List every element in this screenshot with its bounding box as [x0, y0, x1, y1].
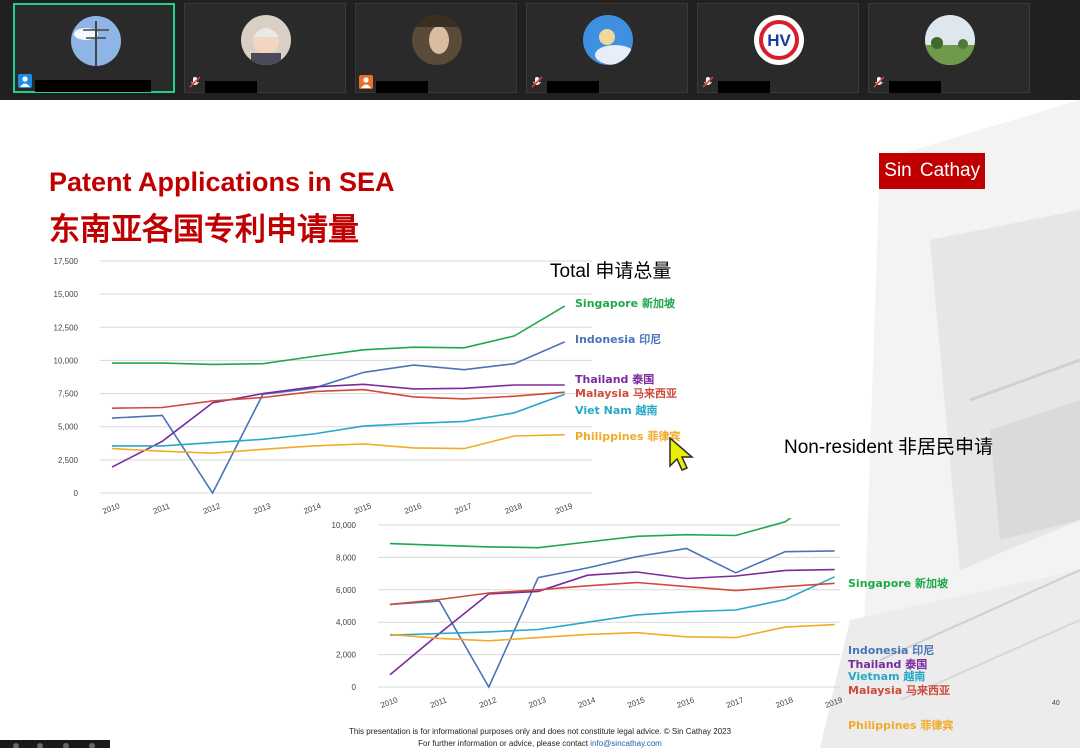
footer-email-link[interactable]: info@sincathay.com	[590, 739, 662, 748]
person-icon	[18, 74, 32, 88]
chart-total-y-tick-label: 15,000	[54, 290, 79, 299]
participant-name-redacted	[889, 81, 941, 93]
slide-title-cn: 东南亚各国专利申请量	[49, 212, 359, 247]
mic-muted-icon	[872, 75, 886, 89]
participant-name-redacted	[376, 81, 428, 93]
chart-nonresident-series-label: Indonesia 印尼	[848, 644, 934, 657]
chart-total-y-tick-label: 0	[74, 489, 79, 498]
sin-cathay-logo: Sin Cathay	[879, 153, 985, 189]
chart-nonresident-x-tick-label: 2014	[577, 695, 597, 710]
participant-strip: HV	[0, 0, 1080, 100]
chart-total-y-tick-label: 5,000	[58, 423, 79, 432]
chart-nonresident-series-label: Singapore 新加坡	[848, 576, 949, 590]
mic-muted-icon	[530, 75, 544, 89]
baby-photo	[241, 15, 291, 65]
chart-nonresident-y-tick-label: 8,000	[336, 553, 357, 562]
taskbar-fragment	[0, 740, 110, 748]
chart-nonresident-series-line	[389, 581, 835, 606]
chart-total-x-tick-label: 2018	[504, 501, 524, 516]
participant-name-redacted	[718, 81, 770, 93]
chart-total: 0 2,500 5,000 7,500 10,000 12,500 15,000 17,500…	[54, 257, 681, 516]
chart-nonresident-x-tick-label: 2017	[725, 695, 745, 710]
chart-nonresident-series-line	[389, 518, 792, 549]
participant-tile[interactable]	[13, 3, 175, 93]
chart-total-series-line	[112, 393, 565, 447]
chart-total-x-tick-label: 2015	[353, 501, 373, 516]
chart-total-series-line	[111, 341, 566, 495]
chart-total-x-tick-label: 2011	[152, 501, 172, 516]
svg-text:HV: HV	[767, 31, 791, 50]
participant-tile[interactable]	[184, 3, 346, 93]
chart-total-x-tick-label: 2014	[302, 501, 322, 516]
participant-name-redacted	[547, 81, 599, 93]
hv-logo: HV	[754, 15, 804, 65]
chart-total-series-label: Philippines 菲律宾	[575, 429, 680, 443]
chart-nonresident-title: Non-resident 非居民申请	[784, 437, 994, 458]
chart-nonresident-series-label: Thailand 泰国	[848, 657, 927, 671]
hand-photo	[412, 15, 462, 65]
mic-muted-icon	[188, 75, 202, 89]
chart-nonresident-x-tick-label: 2015	[626, 695, 646, 710]
chart-nonresident-y-tick-label: 6,000	[336, 586, 357, 595]
chart-total-x-tick-label: 2019	[554, 501, 574, 516]
chart-total-series-label: Indonesia 印尼	[575, 333, 661, 346]
chart-nonresident-x-tick-label: 2012	[478, 695, 498, 710]
chart-total-y-tick-label: 12,500	[54, 323, 79, 332]
chart-nonresident-series-line	[389, 576, 835, 636]
chart-total-series-label: Thailand 泰国	[575, 372, 654, 386]
chart-total-y-tick-label: 10,000	[54, 356, 79, 365]
presentation-slide: Patent Applications in SEA 东南亚各国专利申请量 Si…	[0, 100, 1080, 748]
chart-total-x-tick-label: 2016	[403, 501, 423, 516]
chart-total-series-label: Singapore 新加坡	[575, 296, 676, 310]
chart-nonresident-y-tick-label: 2,000	[336, 651, 357, 660]
chart-nonresident-y-tick-label: 10,000	[332, 521, 357, 530]
mouse-cursor-icon	[669, 436, 694, 471]
chart-total-x-tick-label: 2010	[101, 501, 121, 516]
chart-nonresident-series-label: Vietnam 越南	[848, 669, 925, 683]
chart-nonresident-x-tick-label: 2018	[774, 695, 794, 710]
chart-total-series-line	[111, 388, 565, 409]
page-number: 40	[1052, 700, 1060, 707]
chart-nonresident-x-tick-label: 2011	[429, 695, 449, 710]
participant-tile[interactable]: HV	[697, 3, 859, 93]
park-photo	[925, 15, 975, 65]
chart-nonresident-y-tick-label: 0	[352, 683, 357, 692]
chart-total-series-label: Viet Nam 越南	[575, 403, 658, 417]
footer-contact-text: For further information or advice, pleas…	[418, 739, 589, 748]
slide-title-en: Patent Applications in SEA	[49, 167, 395, 197]
flower-sky-photo	[583, 15, 633, 65]
chart-nonresident-x-tick-label: 2016	[676, 695, 696, 710]
chart-nonresident-x-tick-label: 2010	[379, 695, 399, 710]
logo-left-text: Sin	[884, 160, 912, 181]
chart-total-y-tick-label: 17,500	[54, 257, 79, 266]
participant-name-redacted	[35, 80, 151, 92]
chart-total-series-label: Malaysia 马来西亚	[575, 386, 677, 400]
person-icon	[359, 75, 373, 89]
participant-tile[interactable]	[526, 3, 688, 93]
mic-muted-icon	[701, 75, 715, 89]
chart-nonresident-x-tick-label: 2013	[527, 695, 547, 710]
participant-name-redacted	[205, 81, 257, 93]
chart-total-y-tick-label: 2,500	[58, 456, 79, 465]
footer-disclaimer: This presentation is for informational p…	[348, 727, 732, 736]
chart-total-x-tick-label: 2013	[252, 501, 272, 516]
chart-nonresident-y-tick-label: 4,000	[336, 618, 357, 627]
chart-total-y-tick-label: 7,500	[58, 390, 79, 399]
participant-tile[interactable]	[355, 3, 517, 93]
chart-nonresident-series-label: Malaysia 马来西亚	[848, 683, 950, 697]
participant-tile[interactable]	[868, 3, 1030, 93]
footer-contact: For further information or advice, pleas…	[0, 739, 1080, 748]
chart-nonresident-x-tick-label: 2019	[824, 695, 844, 710]
chart-nonresident: 0 2,000 4,000 6,000 8,000 10,000 2010 2011 2012 2…	[332, 518, 953, 732]
logo-right-text: Cathay	[919, 160, 981, 181]
chart-total-x-tick-label: 2012	[202, 501, 222, 516]
chart-total-x-tick-label: 2017	[453, 501, 473, 516]
power-lines-photo	[71, 16, 121, 66]
chart-total-series-line	[112, 305, 566, 366]
